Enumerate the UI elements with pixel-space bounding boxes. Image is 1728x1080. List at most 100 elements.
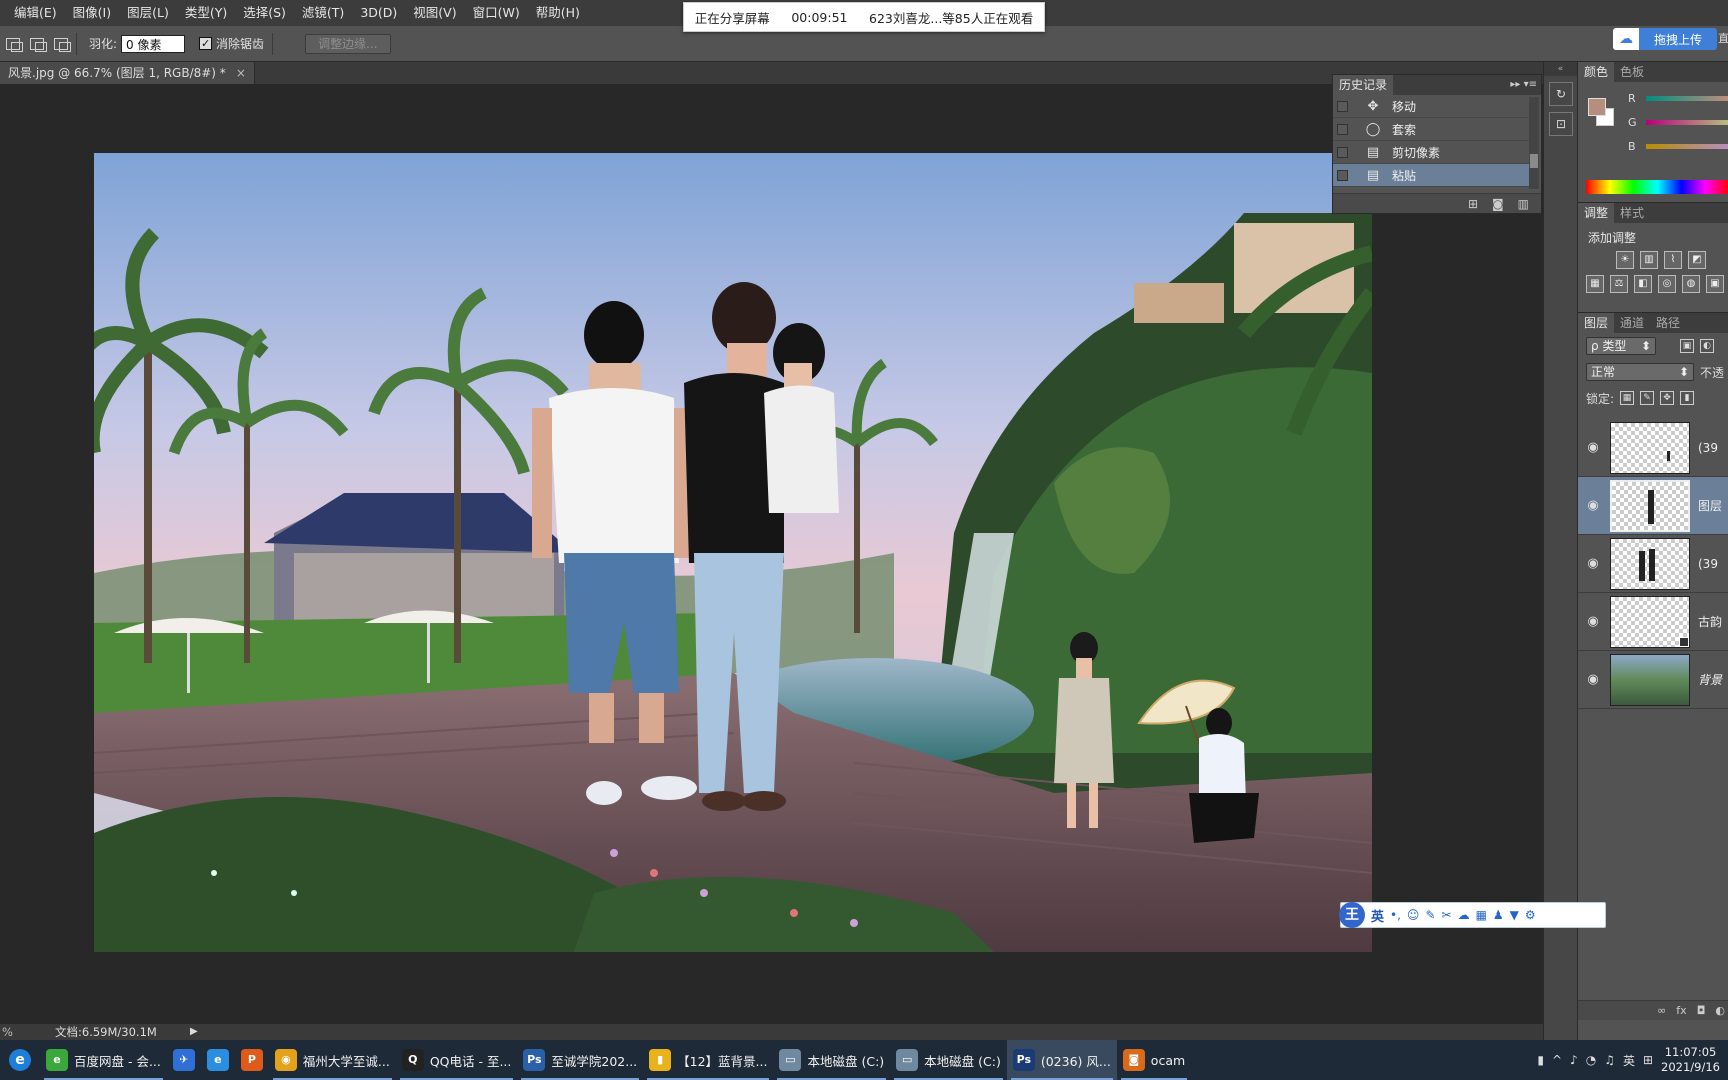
tab-styles[interactable]: 样式: [1614, 203, 1650, 223]
layer-row[interactable]: ◉ 图层: [1578, 477, 1728, 535]
taskbar-item[interactable]: Ps (0236) 风...: [1006, 1040, 1117, 1080]
punctuation-icon[interactable]: •,: [1390, 908, 1401, 922]
drag-upload-button[interactable]: ☁ 拖拽上传: [1613, 28, 1717, 50]
menu-filter[interactable]: 滤镜(T): [294, 0, 352, 26]
document-tab[interactable]: 风景.jpg @ 66.7% (图层 1, RGB/8#) * ×: [0, 62, 255, 84]
history-checkbox[interactable]: [1337, 169, 1348, 181]
tab-history[interactable]: 历史记录: [1333, 75, 1394, 95]
clock[interactable]: 11:07:05 2021/9/16: [1661, 1045, 1720, 1075]
eye-icon[interactable]: ◉: [1578, 614, 1608, 629]
collapse-icon[interactable]: «: [1544, 62, 1577, 76]
intersect-selection-icon[interactable]: [54, 37, 71, 52]
taskbar-item[interactable]: P: [235, 1040, 269, 1080]
menu-layer[interactable]: 图层(L): [119, 0, 177, 26]
blend-mode-select[interactable]: 正常 ⬍: [1586, 363, 1694, 381]
levels-icon[interactable]: ▥: [1640, 251, 1658, 269]
new-document-icon[interactable]: ⊞: [1468, 197, 1478, 211]
feather-input[interactable]: 0 像素: [121, 34, 186, 53]
add-selection-icon[interactable]: [30, 37, 47, 52]
eye-icon[interactable]: ◉: [1578, 672, 1608, 687]
language-indicator[interactable]: 英: [1623, 1052, 1635, 1069]
vibrance-icon[interactable]: ▦: [1586, 275, 1604, 293]
volume-icon[interactable]: ♫: [1604, 1053, 1615, 1067]
menu-view[interactable]: 视图(V): [405, 0, 464, 26]
tab-channels[interactable]: 通道: [1614, 313, 1650, 333]
layer-name[interactable]: 古韵: [1698, 613, 1722, 630]
history-checkbox[interactable]: [1337, 100, 1348, 112]
taskbar-item[interactable]: e 百度网盘 - 会...: [40, 1040, 167, 1080]
history-item-move[interactable]: ✥ 移动: [1333, 95, 1529, 118]
exposure-icon[interactable]: ◩: [1688, 251, 1706, 269]
refine-edge-button[interactable]: 调整边缘...: [305, 33, 391, 54]
red-slider[interactable]: R: [1628, 92, 1728, 106]
mask-icon[interactable]: ◘: [1697, 1004, 1706, 1017]
lock-all-icon[interactable]: ▮: [1680, 391, 1695, 405]
scroll-thumb[interactable]: [1530, 154, 1538, 168]
layer-name[interactable]: 背景: [1698, 671, 1722, 688]
history-brush-icon[interactable]: ↻: [1549, 82, 1573, 106]
tab-layers[interactable]: 图层: [1578, 313, 1615, 333]
close-icon[interactable]: ×: [236, 62, 246, 84]
layer-row[interactable]: ◉ 背景: [1578, 651, 1728, 709]
brightness-icon[interactable]: ☀: [1616, 251, 1634, 269]
green-slider[interactable]: G: [1628, 116, 1728, 130]
history-item-cut-pixels[interactable]: ▤ 剪切像素: [1333, 141, 1529, 164]
shirt-icon[interactable]: ▼: [1510, 908, 1519, 922]
layer-name[interactable]: (39: [1698, 557, 1718, 571]
emoji-icon[interactable]: ☺: [1407, 908, 1420, 922]
lock-move-icon[interactable]: ✥: [1660, 391, 1675, 405]
layer-name[interactable]: (39: [1698, 441, 1718, 455]
link-icon[interactable]: ∞: [1657, 1004, 1666, 1017]
tab-swatches[interactable]: 色板: [1614, 62, 1650, 82]
channel-mixer-icon[interactable]: ◍: [1682, 275, 1700, 293]
layer-row[interactable]: ◉ 古韵: [1578, 593, 1728, 651]
zoom-level[interactable]: %: [2, 1024, 13, 1040]
chevron-up-icon[interactable]: ^: [1552, 1053, 1562, 1067]
layer-name[interactable]: 图层: [1698, 497, 1722, 514]
history-checkbox[interactable]: [1337, 146, 1348, 158]
ime-mode[interactable]: 英: [1371, 906, 1384, 925]
foreground-color-swatch[interactable]: [1588, 98, 1606, 116]
history-item-lasso[interactable]: ◯ 套索: [1333, 118, 1529, 141]
history-checkbox[interactable]: [1337, 123, 1348, 135]
menu-select[interactable]: 选择(S): [235, 0, 294, 26]
tab-adjustments[interactable]: 调整: [1578, 203, 1615, 223]
taskbar-item[interactable]: ▭ 本地磁盘 (C:): [773, 1040, 890, 1080]
balance-icon[interactable]: ⚖: [1610, 275, 1628, 293]
menu-help[interactable]: 帮助(H): [528, 0, 588, 26]
eye-icon[interactable]: ◉: [1578, 498, 1608, 513]
lookup-icon[interactable]: ▣: [1706, 275, 1724, 293]
taskbar-item[interactable]: ✈: [167, 1040, 201, 1080]
menu-edit[interactable]: 编辑(E): [6, 0, 65, 26]
history-item-paste[interactable]: ▤ 粘贴: [1333, 164, 1529, 187]
eye-icon[interactable]: ◉: [1578, 556, 1608, 571]
play-arrow-icon[interactable]: ▶: [190, 1024, 198, 1040]
cloud-icon[interactable]: ☁: [1458, 908, 1470, 922]
menu-type[interactable]: 类型(Y): [177, 0, 235, 26]
lock-transparent-icon[interactable]: ▦: [1620, 391, 1635, 405]
menu-window[interactable]: 窗口(W): [465, 0, 528, 26]
keyboard-icon[interactable]: ▦: [1476, 908, 1487, 922]
history-scrollbar[interactable]: [1529, 97, 1539, 189]
scissors-icon[interactable]: ✂: [1442, 908, 1452, 922]
curves-icon[interactable]: ⌇: [1664, 251, 1682, 269]
taskbar-item[interactable]: Q QQ电话 - 至...: [396, 1040, 518, 1080]
network-icon[interactable]: ◔: [1586, 1053, 1596, 1067]
canvas-image[interactable]: [94, 153, 1372, 952]
layer-filter-select[interactable]: ρ 类型 ⬍: [1586, 337, 1656, 355]
gear-icon[interactable]: ⚙: [1525, 908, 1536, 922]
eye-icon[interactable]: ◉: [1578, 440, 1608, 455]
taskbar-item[interactable]: Ps 至诚学院202...: [517, 1040, 643, 1080]
menu-3d[interactable]: 3D(D): [352, 0, 405, 26]
antialias-checkbox[interactable]: ✓: [199, 37, 213, 50]
layer-row[interactable]: ◉ (39: [1578, 535, 1728, 593]
properties-icon[interactable]: ⊡: [1549, 112, 1573, 136]
lock-paint-icon[interactable]: ✎: [1640, 391, 1655, 405]
pen-icon[interactable]: ✎: [1425, 908, 1435, 922]
new-selection-icon[interactable]: [6, 37, 23, 52]
adjustment-layer-icon[interactable]: ◐: [1715, 1004, 1725, 1017]
photo-filter-icon[interactable]: ◎: [1658, 275, 1676, 293]
mic-icon[interactable]: ♪: [1570, 1053, 1578, 1067]
ime-logo[interactable]: 王: [1339, 902, 1365, 928]
ime-tray-icon[interactable]: ⊞: [1643, 1053, 1653, 1067]
